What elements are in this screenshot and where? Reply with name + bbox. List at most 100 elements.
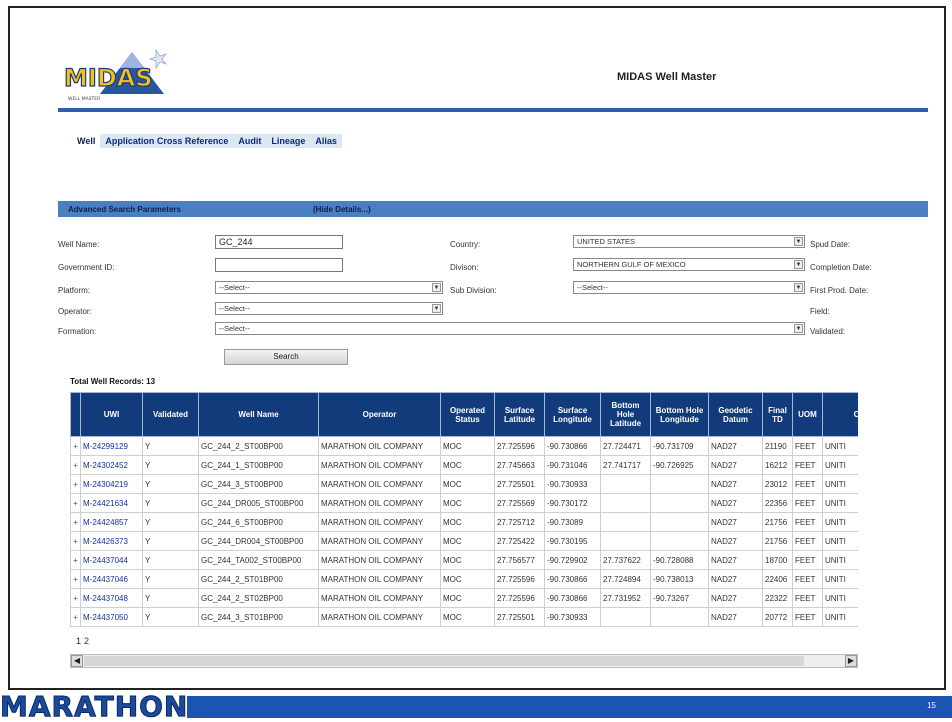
uwi-link[interactable]: M-24437048 [80, 588, 143, 608]
expand-toggle[interactable]: + [70, 512, 81, 532]
government-id-label: Government ID: [58, 263, 115, 272]
table-row[interactable]: + M-24421634 Y GC_244_DR005_ST00BP00 MARATHO… [70, 493, 858, 513]
country-select[interactable]: UNITED STATES ▼ [573, 235, 805, 248]
expand-toggle[interactable]: + [70, 569, 81, 589]
expand-toggle[interactable]: + [70, 455, 81, 475]
country-label: Country: [450, 240, 481, 249]
formation-select[interactable]: --Select-- ▼ [215, 322, 805, 335]
validated-cell: Y [142, 512, 199, 532]
surface-longitude-cell: -90.730172 [544, 493, 601, 513]
hide-details-link[interactable]: (Hide Details...) [313, 205, 371, 214]
bottom-hole-longitude-cell: -90.731709 [650, 436, 709, 456]
tab-audit[interactable]: Audit [233, 134, 267, 148]
table-row[interactable]: + M-24437046 Y GC_244_2_ST01BP00 MARATHON OI… [70, 569, 858, 589]
expand-toggle[interactable]: + [70, 588, 81, 608]
column-header-bottom-hole-longitude[interactable]: Bottom Hole Longitude [650, 392, 709, 437]
uwi-link[interactable]: M-24304219 [80, 474, 143, 494]
column-header-surface-latitude[interactable]: Surface Latitude [494, 392, 545, 437]
column-header-bottom-hole-latitude[interactable]: Bottom Hole Latitude [600, 392, 651, 437]
uwi-link[interactable]: M-24424857 [80, 512, 143, 532]
expand-toggle[interactable]: + [70, 493, 81, 513]
table-row[interactable]: + M-24437044 Y GC_244_TA002_ST00BP00 MARATHO… [70, 550, 858, 570]
table-row[interactable]: + M-24302452 Y GC_244_1_ST00BP00 MARATHON OI… [70, 455, 858, 475]
table-row[interactable]: + M-24437048 Y GC_244_2_ST02BP00 MARATHON OI… [70, 588, 858, 608]
uwi-link[interactable]: M-24299129 [80, 436, 143, 456]
well-name-cell: GC_244_1_ST00BP00 [198, 455, 319, 475]
table-row[interactable]: + M-24424857 Y GC_244_6_ST00BP00 MARATHON OI… [70, 512, 858, 532]
table-row[interactable]: + M-24426373 Y GC_244_DR004_ST00BP00 MARATHO… [70, 531, 858, 551]
expand-toggle[interactable]: + [70, 436, 81, 456]
column-header-geodetic-datum[interactable]: Geodetic Datum [708, 392, 763, 437]
tab-lineage[interactable]: Lineage [266, 134, 311, 148]
final-td-cell: 22356 [762, 493, 793, 513]
chevron-down-icon: ▼ [794, 260, 803, 269]
country-cell: UNITI [822, 588, 858, 608]
uom-cell: FEET [792, 531, 823, 551]
uwi-link[interactable]: M-24302452 [80, 455, 143, 475]
well-name-cell: GC_244_2_ST01BP00 [198, 569, 319, 589]
surface-longitude-cell: -90.730195 [544, 531, 601, 551]
table-row[interactable]: + M-24437050 Y GC_244_3_ST01BP00 MARATHON OI… [70, 607, 858, 627]
geodetic-datum-cell: NAD27 [708, 531, 763, 551]
tab-application-cross-reference[interactable]: Application Cross Reference [100, 134, 234, 148]
advanced-search-title: Advanced Search Parameters [68, 204, 181, 214]
column-header-operator[interactable]: Operator [318, 392, 441, 437]
platform-select[interactable]: --Select-- ▼ [215, 281, 443, 294]
operated-status-cell: MOC [440, 588, 495, 608]
bottom-hole-latitude-cell: 27.737622 [600, 550, 651, 570]
bottom-hole-longitude-cell: -90.73267 [650, 588, 709, 608]
operated-status-cell: MOC [440, 493, 495, 513]
bottom-hole-latitude-cell [600, 531, 651, 551]
expand-toggle[interactable]: + [70, 474, 81, 494]
column-header-c[interactable]: C [822, 392, 858, 437]
expand-toggle[interactable]: + [70, 550, 81, 570]
expand-toggle[interactable]: + [70, 607, 81, 627]
uwi-link[interactable]: M-24421634 [80, 493, 143, 513]
column-header-uom[interactable]: UOM [792, 392, 823, 437]
well-name-label: Well Name: [58, 240, 100, 249]
column-header-well-name[interactable]: Well Name [198, 392, 319, 437]
page-2-link[interactable]: 2 [84, 636, 89, 646]
column-header-surface-longitude[interactable]: Surface Longitude [544, 392, 601, 437]
midas-logo: MIDAS WELL MASTER [60, 44, 200, 104]
operated-status-cell: MOC [440, 436, 495, 456]
table-row[interactable]: + M-24299129 Y GC_244_2_ST00BP00 MARATHON OI… [70, 436, 858, 456]
division-select[interactable]: NORTHERN GULF OF MEXICO ▼ [573, 258, 805, 271]
operator-select-value: --Select-- [219, 304, 250, 313]
scrollbar-thumb[interactable] [84, 656, 804, 666]
uwi-link[interactable]: M-24437050 [80, 607, 143, 627]
tab-well[interactable]: Well [72, 134, 101, 148]
uwi-link[interactable]: M-24437046 [80, 569, 143, 589]
bottom-hole-longitude-cell [650, 474, 709, 494]
tab-alias[interactable]: Alias [310, 134, 342, 148]
column-header-uwi[interactable]: UWI [80, 392, 143, 437]
search-button[interactable]: Search [224, 349, 348, 365]
platform-label: Platform: [58, 286, 91, 295]
uwi-link[interactable]: M-24426373 [80, 531, 143, 551]
surface-longitude-cell: -90.730866 [544, 436, 601, 456]
expand-toggle[interactable]: + [70, 531, 81, 551]
column-header-final-td[interactable]: Final TD [762, 392, 793, 437]
scroll-right-icon[interactable]: ▶ [845, 655, 857, 667]
chevron-down-icon: ▼ [794, 324, 803, 333]
geodetic-datum-cell: NAD27 [708, 569, 763, 589]
surface-latitude-cell: 27.745663 [494, 455, 545, 475]
uwi-link[interactable]: M-24437044 [80, 550, 143, 570]
surface-latitude-cell: 27.725501 [494, 474, 545, 494]
column-header-operated-status[interactable]: Operated Status [440, 392, 495, 437]
government-id-input[interactable] [215, 258, 343, 272]
division-select-value: NORTHERN GULF OF MEXICO [577, 260, 686, 269]
horizontal-scrollbar[interactable]: ◀ ▶ [70, 654, 858, 668]
well-name-input[interactable] [215, 235, 343, 249]
scroll-left-icon[interactable]: ◀ [71, 655, 83, 667]
uom-cell: FEET [792, 588, 823, 608]
table-row[interactable]: + M-24304219 Y GC_244_3_ST00BP00 MARATHON OI… [70, 474, 858, 494]
operator-select[interactable]: --Select-- ▼ [215, 302, 443, 315]
country-cell: UNITI [822, 607, 858, 627]
operated-status-cell: MOC [440, 569, 495, 589]
geodetic-datum-cell: NAD27 [708, 493, 763, 513]
sub-division-select[interactable]: --Select-- ▼ [573, 281, 805, 294]
validated-cell: Y [142, 607, 199, 627]
column-header-validated[interactable]: Validated [142, 392, 199, 437]
operator-cell: MARATHON OIL COMPANY [318, 455, 441, 475]
